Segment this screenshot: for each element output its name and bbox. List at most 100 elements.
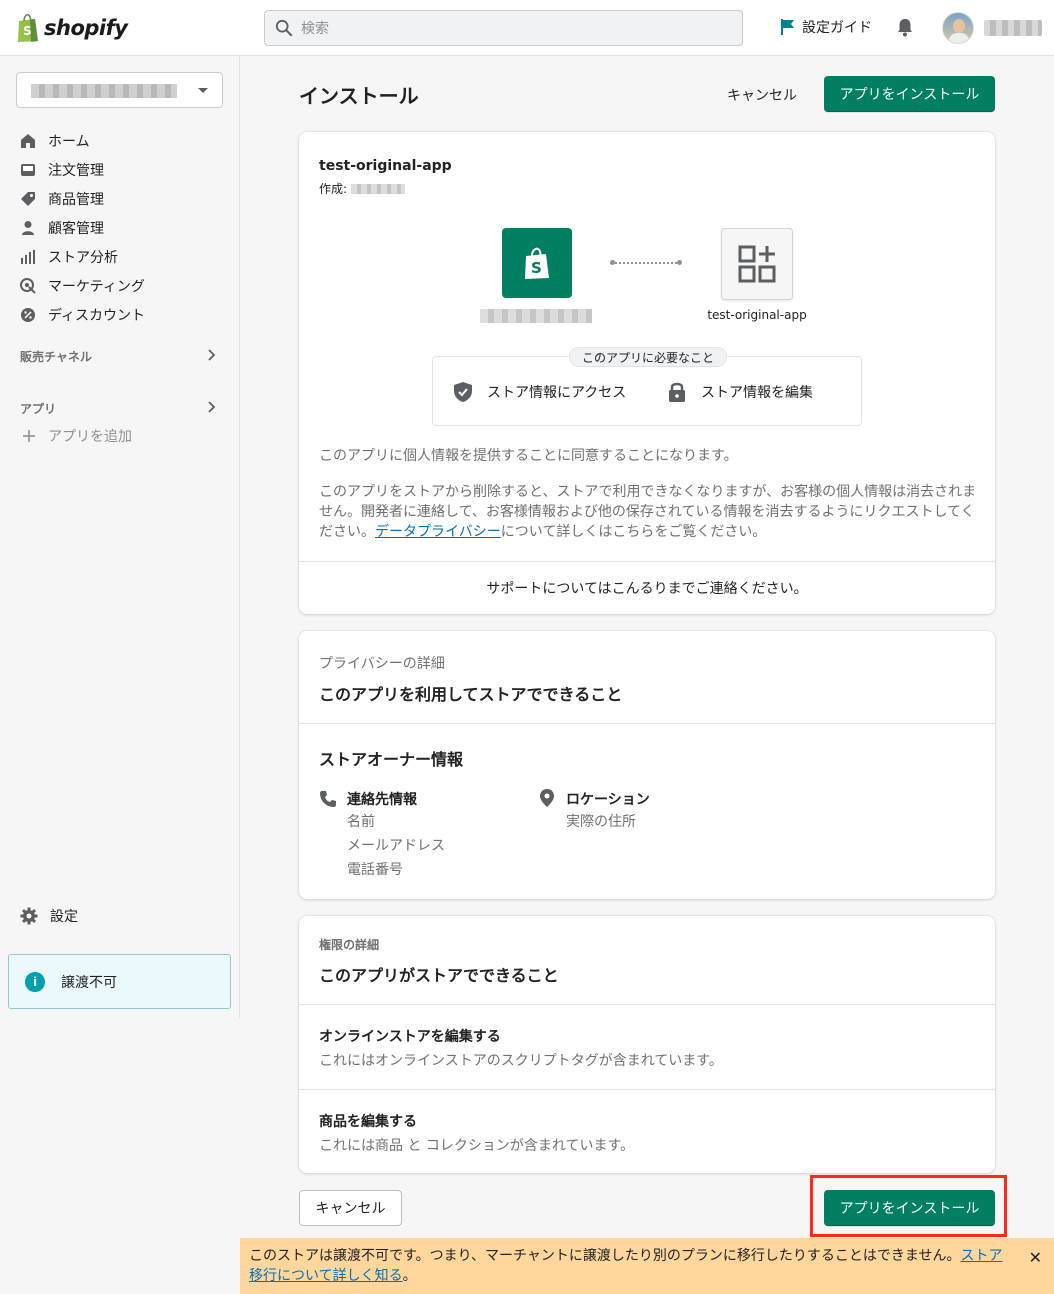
close-icon[interactable]: ✕ [1029, 1248, 1042, 1268]
sidebar-item-label: 顧客管理 [48, 220, 104, 237]
shopify-bag-icon: S [18, 14, 38, 42]
caret-down-icon [198, 88, 208, 93]
location-pin-icon [540, 789, 554, 807]
bell-icon [898, 19, 912, 37]
removal-text: このアプリをストアから削除すると、ストアで利用できなくなりますが、お客様の個人情… [319, 482, 979, 542]
sidebar-item-home[interactable]: ホーム [20, 126, 145, 155]
apps-grid-icon [738, 245, 776, 283]
divider [299, 1004, 995, 1005]
footer-cancel-button[interactable]: キャンセル [299, 1190, 402, 1226]
shield-icon [454, 382, 472, 402]
discount-icon [21, 307, 35, 322]
sidebar-item-label: ストア分析 [48, 249, 118, 266]
plus-icon [23, 430, 35, 442]
cancel-button[interactable]: キャンセル [727, 85, 797, 105]
privacy-suffix: について詳しくはこちらをご覧ください。 [500, 524, 767, 540]
support-text: サポートについてはこんるりまでご連絡ください。 [486, 581, 808, 597]
username-blurred[interactable] [984, 20, 1042, 36]
svg-text:S: S [23, 24, 32, 38]
permissions-title: このアプリがストアでできること [319, 966, 559, 985]
search-icon [275, 19, 293, 37]
sidebar-item-orders[interactable]: 注文管理 [20, 155, 145, 184]
sales-channels-heading[interactable]: 販売チャネル [20, 348, 92, 365]
contact-info-heading: 連絡先情報 [347, 792, 417, 808]
sidebar-item-label: マーケティング [48, 278, 145, 295]
list-item: メールアドレス [347, 838, 445, 854]
list-item: 電話番号 [347, 862, 403, 878]
store-selector[interactable] [16, 72, 223, 108]
gear-icon [20, 907, 38, 925]
info-icon: i [25, 971, 45, 992]
app-tile-label: test-original-app [707, 308, 807, 322]
nontransferable-banner: このストアは譲渡不可です。つまり、マーチャントに譲渡したり別のプランに移行したり… [240, 1238, 1054, 1294]
target-icon [20, 277, 36, 294]
apps-heading[interactable]: アプリ [20, 400, 56, 417]
permission-online-store-desc: これにはオンラインストアのスクリプトタグが含まれています。 [319, 1053, 723, 1069]
sidebar: ホーム 注文管理 商品管理 顧客管理 ストア分析 マーケティング ディスカウント… [0, 56, 240, 1018]
sidebar-item-marketing[interactable]: マーケティング [20, 271, 145, 300]
sidebar-item-analytics[interactable]: ストア分析 [20, 242, 145, 271]
divider [299, 1089, 995, 1090]
permission-details-heading: 権限の詳細 [319, 938, 380, 952]
svg-text:S: S [531, 259, 542, 277]
store-tile: S [502, 228, 572, 298]
chevron-right-icon[interactable] [206, 401, 216, 413]
setup-guide-button[interactable]: 設定ガイド [780, 17, 872, 37]
home-icon [21, 133, 35, 148]
sidebar-item-label: ホーム [48, 133, 90, 150]
divider [299, 561, 995, 562]
top-bar: S shopify 検索 設定ガイド [0, 0, 1054, 56]
app-tile [721, 228, 793, 300]
requirements-tag: このアプリに必要なこと [569, 347, 728, 367]
requirement-edit-label: ストア情報を編集 [701, 385, 813, 401]
notifications-button[interactable] [895, 17, 915, 41]
nontransferable-notice[interactable]: i 譲渡不可 [8, 954, 231, 1009]
add-app-link[interactable]: アプリを追加 [22, 426, 132, 446]
permission-products-title: 商品を編集する [319, 1114, 417, 1130]
permission-products-desc: これには商品 と コレクションが含まれています。 [319, 1138, 635, 1154]
made-by-label: 作成: [319, 182, 348, 196]
store-name-blurred [480, 309, 592, 323]
sidebar-item-discounts[interactable]: ディスカウント [20, 300, 145, 329]
list-item: 実際の住所 [566, 814, 636, 830]
divider [299, 723, 995, 724]
contact-info-list: 名前 メールアドレス 電話番号 [347, 810, 445, 882]
sidebar-item-customers[interactable]: 顧客管理 [20, 213, 145, 242]
setup-guide-label: 設定ガイド [802, 20, 872, 36]
location-heading: ロケーション [566, 792, 650, 808]
nontransferable-label: 譲渡不可 [61, 974, 117, 991]
sidebar-item-label: 注文管理 [48, 162, 104, 179]
sidebar-item-products[interactable]: 商品管理 [20, 184, 145, 213]
banner-suffix: 。 [402, 1268, 417, 1284]
data-privacy-link[interactable]: データプライバシー [375, 524, 501, 540]
permissions-card: 権限の詳細 このアプリがストアでできること オンラインストアを編集する これには… [299, 916, 995, 1173]
avatar[interactable] [942, 12, 974, 44]
privacy-details-heading: プライバシーの詳細 [319, 656, 445, 672]
privacy-card: プライバシーの詳細 このアプリを利用してストアでできること ストアオーナー情報 … [299, 631, 995, 899]
logo-text: shopify [44, 16, 128, 40]
sidebar-item-label: ディスカウント [48, 307, 146, 324]
analytics-icon [21, 249, 35, 264]
shopify-bag-icon: S [525, 247, 549, 279]
search-input[interactable]: 検索 [264, 10, 743, 46]
sidebar-nav: ホーム 注文管理 商品管理 顧客管理 ストア分析 マーケティング ディスカウント [20, 126, 145, 329]
made-by: 作成: [319, 180, 406, 197]
app-name: test-original-app [319, 158, 452, 174]
owner-info-heading: ストアオーナー情報 [319, 750, 464, 769]
requirements-box: このアプリに必要なこと ストア情報にアクセス ストア情報を編集 [432, 347, 862, 426]
chevron-right-icon[interactable] [206, 349, 216, 361]
highlight-box [810, 1175, 1007, 1237]
lock-icon [669, 382, 685, 402]
connector-line [610, 260, 682, 265]
search-placeholder: 検索 [301, 21, 329, 37]
sidebar-item-settings[interactable]: 設定 [20, 906, 78, 926]
privacy-title: このアプリを利用してストアでできること [319, 685, 623, 704]
sidebar-item-label: 商品管理 [48, 191, 104, 208]
shopify-logo[interactable]: S shopify [16, 13, 128, 43]
developer-name-blurred [351, 183, 406, 194]
add-app-label: アプリを追加 [48, 429, 132, 445]
person-icon [22, 220, 34, 235]
install-app-button[interactable]: アプリをインストール [824, 76, 995, 112]
consent-text: このアプリに個人情報を提供することに同意することになります。 [319, 448, 738, 464]
permission-online-store-title: オンラインストアを編集する [319, 1029, 501, 1045]
